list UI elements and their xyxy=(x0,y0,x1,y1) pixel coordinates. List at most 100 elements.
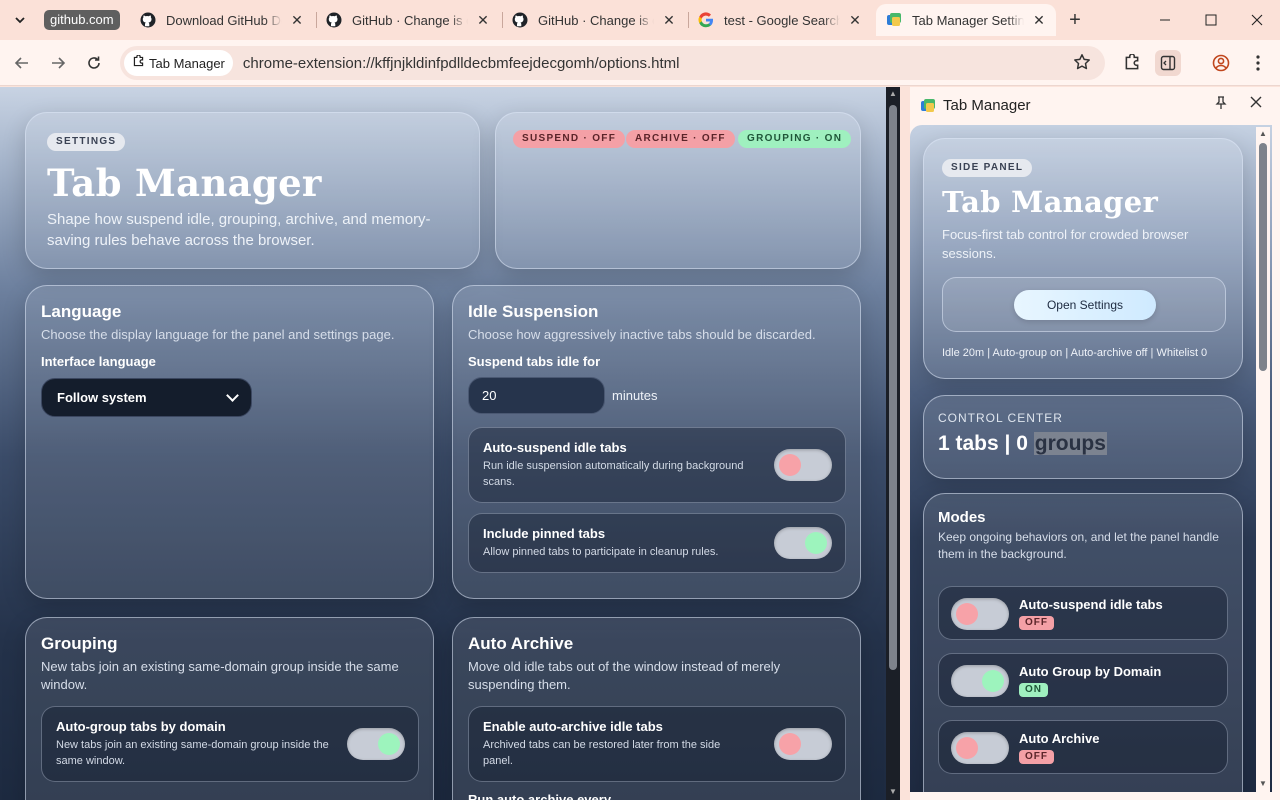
option-title: Auto-suspend idle tabs xyxy=(483,440,627,455)
mode-auto-suspend-toggle[interactable] xyxy=(951,598,1009,630)
profile-button[interactable] xyxy=(1208,50,1234,76)
toggle-knob xyxy=(779,733,801,755)
close-side-panel-icon[interactable] xyxy=(1250,95,1262,113)
option-description: Run idle suspension automatically during… xyxy=(483,460,744,488)
url-text: chrome-extension://kffjnjkldinfpdlldecbm… xyxy=(242,54,680,72)
tab-title: Download GitHub Desktop xyxy=(166,12,282,28)
close-icon[interactable]: ✕ xyxy=(846,11,864,29)
arrow-left-icon xyxy=(14,57,28,69)
side-panel-button[interactable] xyxy=(1155,50,1181,76)
close-icon[interactable]: ✕ xyxy=(660,11,678,29)
mode-status-badge: OFF xyxy=(1019,750,1054,764)
archive-description: Move old idle tabs out of the window ins… xyxy=(468,659,781,692)
forward-button[interactable] xyxy=(45,50,71,76)
scroll-up-icon[interactable]: ▲ xyxy=(888,89,898,98)
bookmark-star-icon[interactable] xyxy=(1073,53,1091,76)
side-hero-card: SIDE PANEL Tab Manager Focus-first tab c… xyxy=(923,138,1243,379)
side-panel-scrollbar[interactable]: ▲ ▼ xyxy=(1256,127,1270,792)
grouping-title: Grouping xyxy=(41,634,118,653)
arrow-right-icon xyxy=(52,57,66,69)
archive-title: Auto Archive xyxy=(468,634,574,653)
idle-suspension-card: Idle Suspension Choose how aggressively … xyxy=(452,285,861,599)
modes-card: Modes Keep ongoing behaviors on, and let… xyxy=(923,493,1243,792)
close-icon[interactable]: ✕ xyxy=(288,11,306,29)
side-hero-title: Tab Manager xyxy=(942,185,1159,219)
chevron-down-icon xyxy=(15,17,25,24)
profile-icon xyxy=(1212,54,1230,72)
auto-group-toggle[interactable] xyxy=(347,728,405,760)
status-pill-grouping: GROUPING · ON xyxy=(738,130,852,148)
mode-auto-archive: Auto Archive OFF xyxy=(938,720,1228,774)
google-icon xyxy=(698,12,714,28)
menu-button[interactable] xyxy=(1245,50,1271,76)
idle-description: Choose how aggressively inactive tabs sh… xyxy=(468,327,816,342)
browser-toolbar: Tab Manager chrome-extension://kffjnjkld… xyxy=(0,40,1280,86)
site-chip-label: Tab Manager xyxy=(149,55,225,71)
option-description: New tabs join an existing same-domain gr… xyxy=(56,739,329,767)
minimize-button[interactable] xyxy=(1153,8,1177,32)
option-title: Auto-group tabs by domain xyxy=(56,719,226,734)
page-scrollbar[interactable]: ▲ ▼ xyxy=(886,87,900,800)
auto-archive-toggle[interactable] xyxy=(774,728,832,760)
scroll-down-icon[interactable]: ▼ xyxy=(888,787,898,796)
idle-unit-label: minutes xyxy=(612,388,658,403)
grouping-description: New tabs join an existing same-domain gr… xyxy=(41,659,399,692)
language-select[interactable]: Follow system xyxy=(41,378,252,417)
toggle-knob xyxy=(805,532,827,554)
toggle-knob xyxy=(982,670,1004,692)
language-select-value: Follow system xyxy=(57,390,147,405)
tab-github-change-2[interactable]: GitHub · Change is constant ✕ xyxy=(502,4,686,36)
tab-tab-manager-settings[interactable]: Tab Manager Settings ✕ xyxy=(876,4,1056,36)
page-title: Tab Manager xyxy=(47,161,322,205)
github-icon xyxy=(326,12,342,28)
side-panel-badge: SIDE PANEL xyxy=(942,159,1033,177)
maximize-button[interactable] xyxy=(1199,8,1223,32)
tab-search-button[interactable] xyxy=(6,6,34,34)
stats-text: 1 tabs | 0 xyxy=(938,432,1034,455)
scroll-down-icon[interactable]: ▼ xyxy=(1258,779,1268,788)
modes-title: Modes xyxy=(938,509,986,526)
mode-auto-group: Auto Group by Domain ON xyxy=(938,653,1228,707)
kebab-menu-icon xyxy=(1256,55,1260,71)
new-tab-button[interactable]: + xyxy=(1063,8,1087,32)
open-settings-button[interactable]: Open Settings xyxy=(1014,290,1156,320)
mode-auto-group-toggle[interactable] xyxy=(951,665,1009,697)
mode-title: Auto-suspend idle tabs xyxy=(1019,597,1163,612)
close-window-button[interactable] xyxy=(1245,8,1269,32)
scrollbar-thumb[interactable] xyxy=(889,105,897,670)
idle-minutes-input[interactable]: 20 xyxy=(468,377,605,414)
scrollbar-thumb[interactable] xyxy=(1259,143,1267,371)
status-pill-suspend: SUSPEND · OFF xyxy=(513,130,626,148)
close-icon[interactable]: ✕ xyxy=(1030,11,1048,29)
language-field-label: Interface language xyxy=(41,354,156,369)
include-pinned-toggle[interactable] xyxy=(774,527,832,559)
archive-interval-label: Run auto archive every xyxy=(468,792,612,800)
tab-download-github-desktop[interactable]: Download GitHub Desktop ✕ xyxy=(130,4,314,36)
auto-archive-card: Auto Archive Move old idle tabs out of t… xyxy=(452,617,861,800)
tab-title: test - Google Search xyxy=(724,12,840,28)
tab-manager-icon xyxy=(920,98,936,114)
close-icon[interactable]: ✕ xyxy=(474,11,492,29)
side-panel-icon xyxy=(1160,55,1176,71)
side-panel-body: SIDE PANEL Tab Manager Focus-first tab c… xyxy=(910,125,1272,792)
toggle-knob xyxy=(378,733,400,755)
site-info-chip[interactable]: Tab Manager xyxy=(124,50,233,76)
tab-github-change-1[interactable]: GitHub · Change is constant ✕ xyxy=(316,4,500,36)
tab-group-chip[interactable]: github.com xyxy=(44,10,120,30)
tab-title: GitHub · Change is constant xyxy=(352,12,468,28)
reload-button[interactable] xyxy=(81,50,107,76)
auto-suspend-toggle[interactable] xyxy=(774,449,832,481)
scroll-up-icon[interactable]: ▲ xyxy=(1258,129,1268,138)
mode-auto-archive-toggle[interactable] xyxy=(951,732,1009,764)
extensions-button[interactable] xyxy=(1119,50,1145,76)
pin-icon[interactable] xyxy=(1215,96,1227,113)
back-button[interactable] xyxy=(9,50,35,76)
tab-google-search[interactable]: test - Google Search ✕ xyxy=(688,4,872,36)
chevron-down-icon xyxy=(226,389,239,402)
close-icon xyxy=(1251,14,1263,26)
side-panel: Tab Manager SIDE PANEL Tab Manager Focus… xyxy=(910,87,1280,800)
reload-icon xyxy=(88,56,100,69)
address-bar[interactable]: Tab Manager chrome-extension://kffjnjkld… xyxy=(120,46,1105,80)
open-settings-container: Open Settings xyxy=(942,277,1226,332)
side-panel-title: Tab Manager xyxy=(943,97,1031,114)
